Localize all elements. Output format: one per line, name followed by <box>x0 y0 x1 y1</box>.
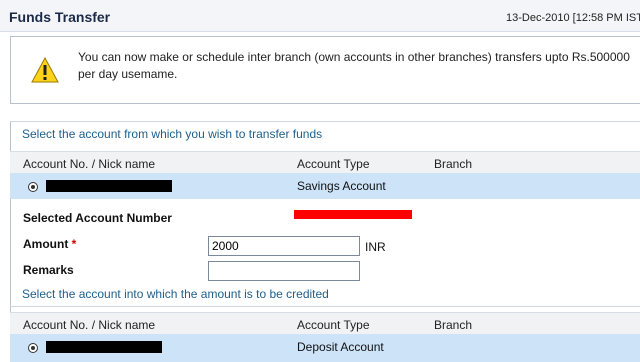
amount-label-text: Amount <box>23 237 69 251</box>
redacted-selected-account <box>294 210 412 219</box>
remarks-label: Remarks <box>23 263 74 277</box>
divider <box>10 306 640 307</box>
to-account-radio[interactable] <box>28 343 38 353</box>
notice-message: You can now make or schedule inter branc… <box>78 50 630 81</box>
column-account-type: Account Type <box>297 318 370 332</box>
divider <box>10 121 640 122</box>
redacted-account-number <box>46 180 172 192</box>
required-marker: * <box>71 237 77 251</box>
notice-box: You can now make or schedule inter branc… <box>10 36 640 104</box>
amount-input[interactable] <box>208 236 360 256</box>
amount-label: Amount * <box>23 237 76 251</box>
to-account-type: Deposit Account <box>297 340 384 354</box>
from-section-title: Select the account from which you wish t… <box>22 127 323 141</box>
from-table-header: Account No. / Nick name Account Type Bra… <box>10 151 640 173</box>
column-account-type: Account Type <box>297 157 370 171</box>
selected-account-label: Selected Account Number <box>23 211 172 225</box>
to-table-header: Account No. / Nick name Account Type Bra… <box>10 312 640 334</box>
to-section-title: Select the account into which the amount… <box>22 287 329 301</box>
redacted-account-number <box>46 341 162 353</box>
column-account-no: Account No. / Nick name <box>23 318 156 332</box>
page-title: Funds Transfer <box>9 9 111 25</box>
date-time: 13-Dec-2010 [12:58 PM IST <box>506 12 640 24</box>
page-header: Funds Transfer 13-Dec-2010 [12:58 PM IST <box>0 0 640 32</box>
column-account-no: Account No. / Nick name <box>23 157 156 171</box>
column-branch: Branch <box>434 318 473 332</box>
warning-icon <box>31 57 59 83</box>
amount-unit: INR <box>365 240 386 254</box>
remarks-input[interactable] <box>208 261 360 281</box>
from-account-type: Savings Account <box>297 179 386 193</box>
to-account-row[interactable]: Deposit Account <box>10 334 640 362</box>
from-account-radio[interactable] <box>28 182 38 192</box>
column-branch: Branch <box>434 157 473 171</box>
from-account-row[interactable]: Savings Account <box>10 173 640 199</box>
